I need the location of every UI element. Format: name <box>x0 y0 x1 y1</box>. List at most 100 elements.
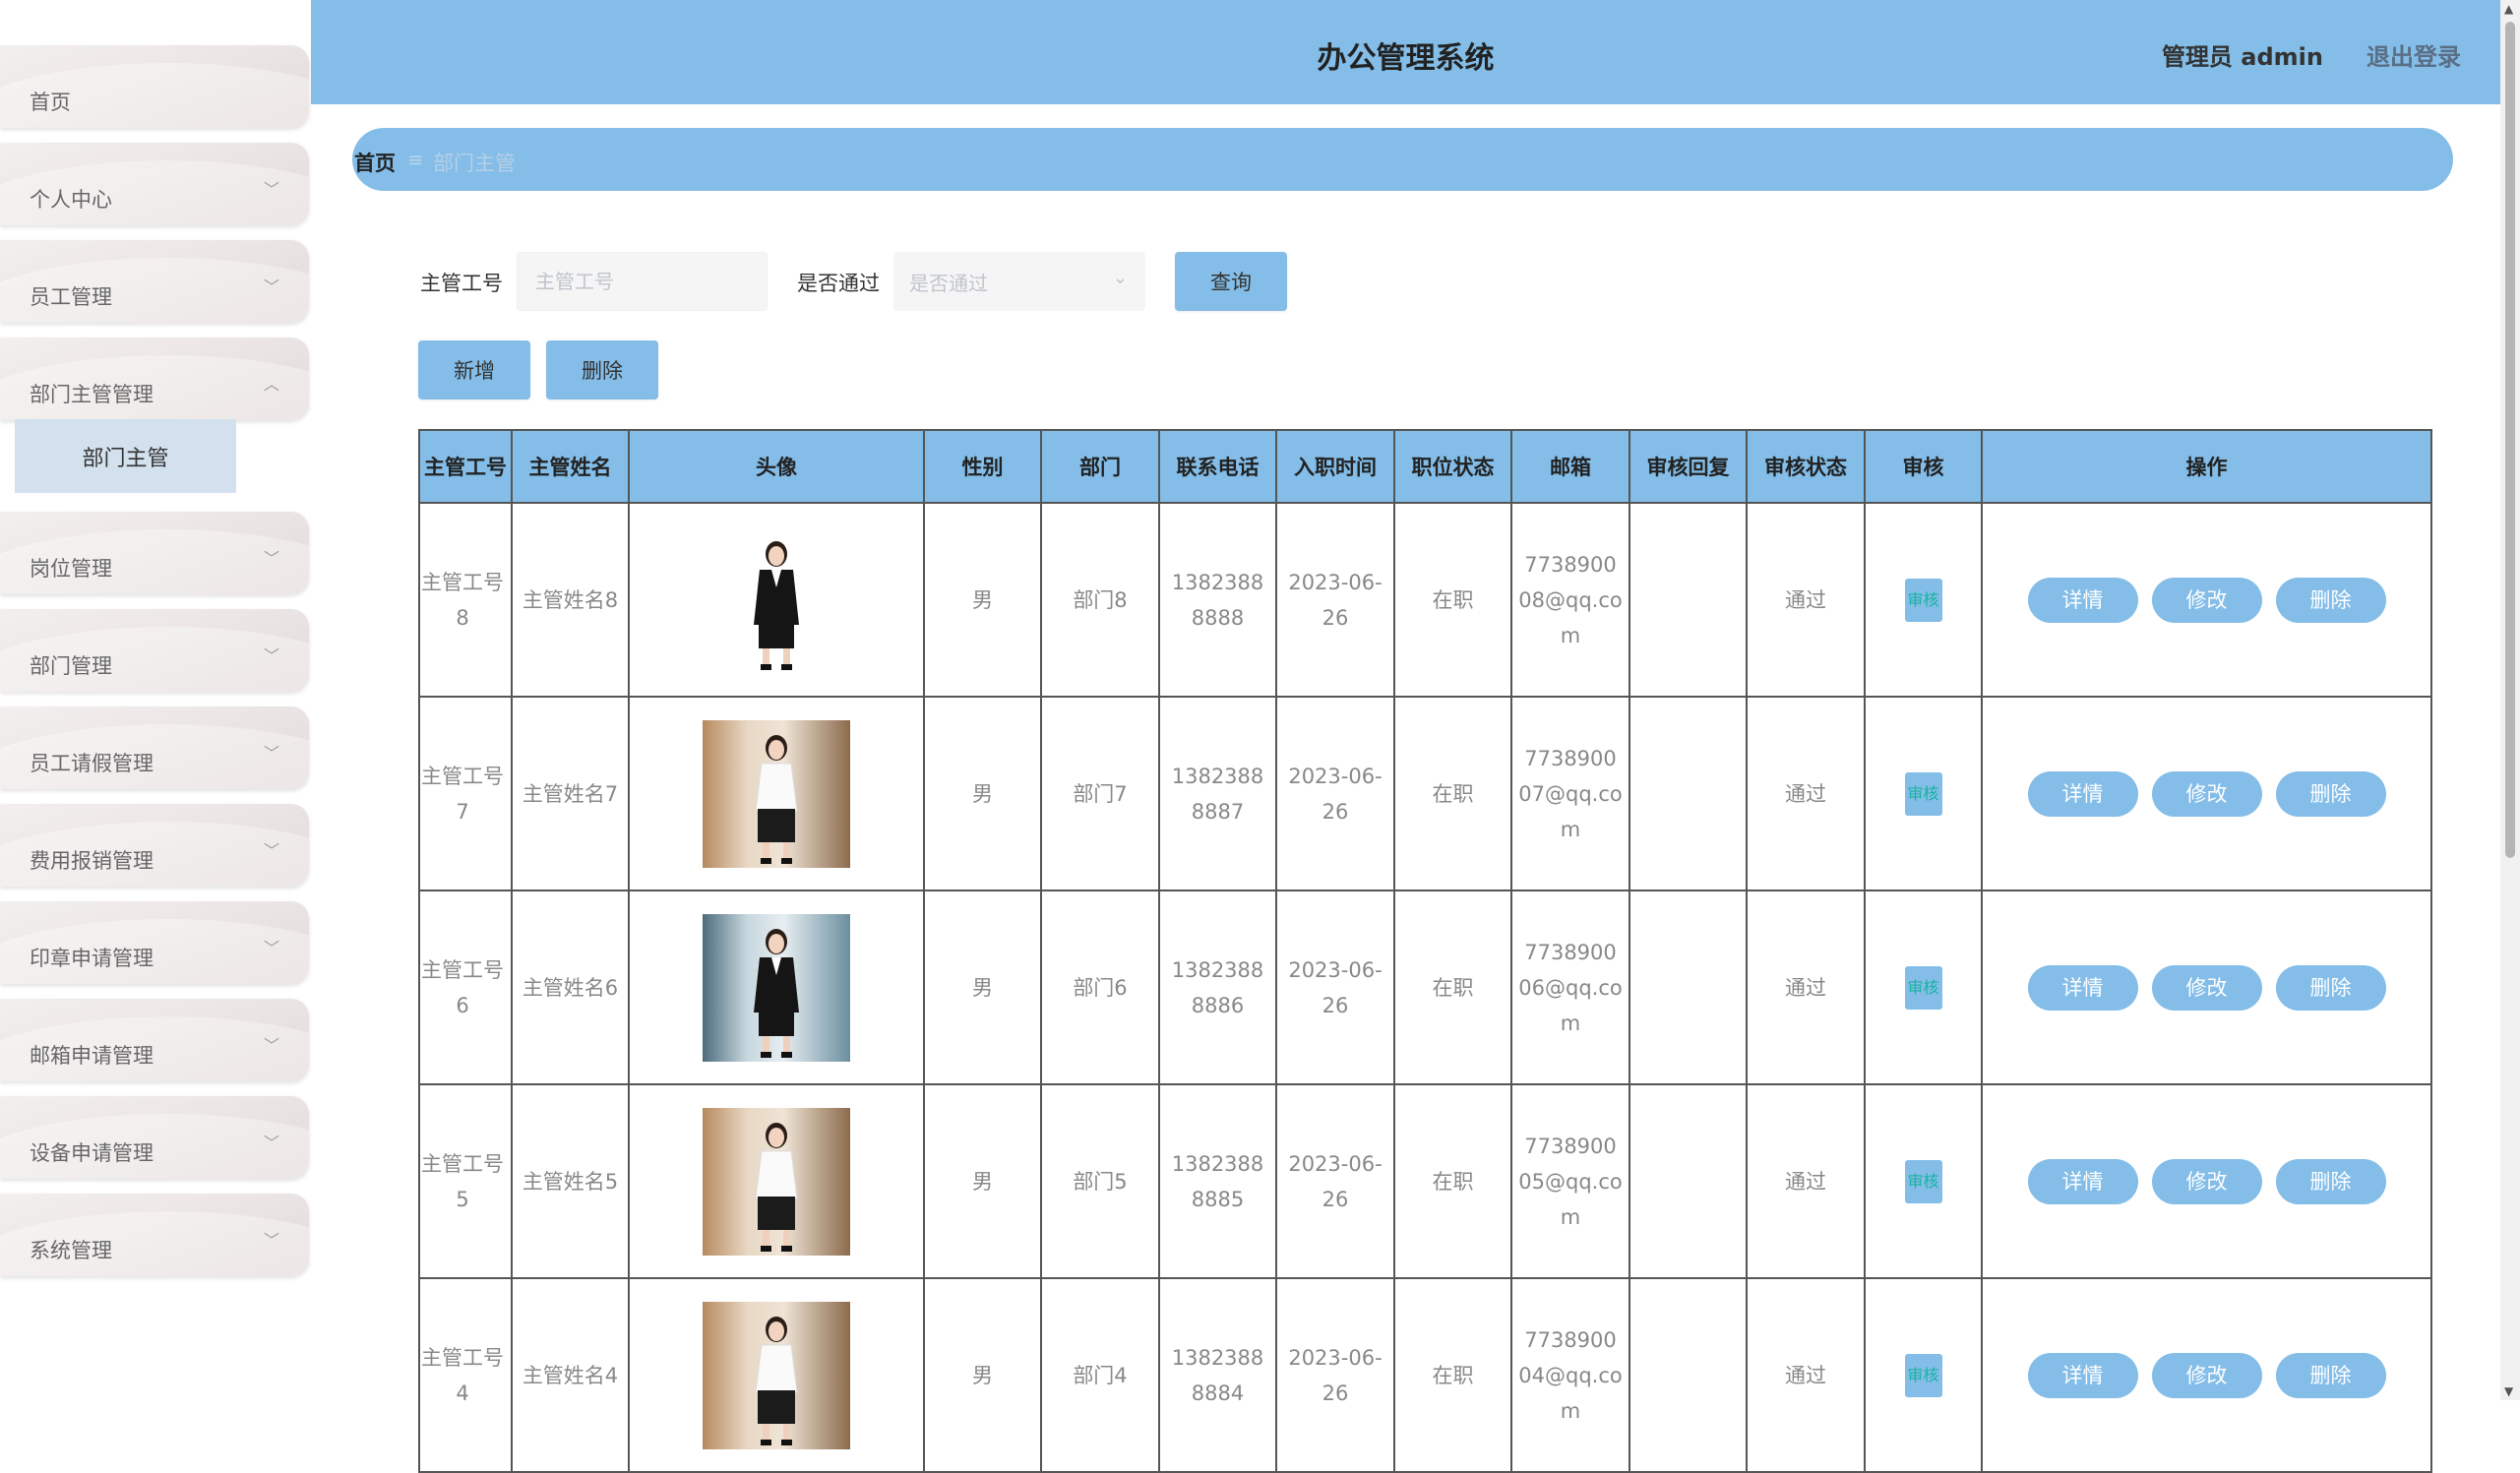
cell-email-text: 773890008@qq.com <box>1518 552 1623 647</box>
chevron-down-icon: ﹀ <box>263 180 279 199</box>
cell-review: 审核 <box>1864 1083 1983 1279</box>
cell-supervisor-name-text: 主管姓名6 <box>522 975 619 1000</box>
cell-audit-reply <box>1629 502 1748 698</box>
sidebar-item[interactable]: 设备申请管理 ﹀ <box>0 1096 309 1179</box>
avatar <box>703 913 850 1062</box>
review-button[interactable]: 审核 <box>1904 771 1942 816</box>
detail-button[interactable]: 详情 <box>2027 577 2138 623</box>
cell-department-text: 部门8 <box>1073 587 1128 612</box>
cell-gender: 男 <box>923 890 1042 1085</box>
sidebar-item-label: 印章申请管理 <box>30 947 154 970</box>
delete-button[interactable]: 删除 <box>546 340 658 399</box>
edit-button[interactable]: 修改 <box>2151 1352 2262 1398</box>
cell-operations: 详情 修改 删除 <box>1981 502 2432 698</box>
scroll-down-icon[interactable]: ▼ <box>2504 1384 2513 1398</box>
page-scrollbar[interactable]: ▲ ▼ <box>2500 0 2520 1400</box>
sidebar-item-label: 部门主管管理 <box>30 383 154 406</box>
column-header: 性别 <box>923 429 1042 504</box>
cell-supervisor-name: 主管姓名7 <box>511 696 630 891</box>
column-header: 邮箱 <box>1510 429 1630 504</box>
edit-button[interactable]: 修改 <box>2151 1158 2262 1204</box>
table-row: 主管工号5 主管姓名5 男 部门5 13823888885 2023-06-26 在职 773… <box>418 1083 2432 1279</box>
sidebar-item-label: 岗位管理 <box>30 557 112 581</box>
edit-button[interactable]: 修改 <box>2151 577 2262 623</box>
sidebar-item[interactable]: 员工请假管理 ﹀ <box>0 706 309 789</box>
logout-link[interactable]: 退出登录 <box>2366 37 2461 72</box>
cell-phone-text: 13823888885 <box>1171 1151 1264 1211</box>
cell-hire-date-text: 2023-06-26 <box>1288 1151 1383 1211</box>
column-header: 审核回复 <box>1629 429 1748 504</box>
cell-email: 773890004@qq.com <box>1510 1277 1630 1473</box>
cell-department-text: 部门5 <box>1073 1169 1128 1194</box>
sidebar-item[interactable]: 岗位管理 ﹀ <box>0 512 309 594</box>
scrollbar-thumb[interactable] <box>2505 22 2515 858</box>
column-header: 职位状态 <box>1393 429 1512 504</box>
column-header: 入职时间 <box>1275 429 1395 504</box>
cell-avatar <box>628 1083 925 1279</box>
sidebar-item-label: 员工管理 <box>30 285 112 309</box>
breadcrumb-home[interactable]: 首页 <box>354 148 396 177</box>
sidebar-item[interactable]: 个人中心 ﹀ <box>0 143 309 225</box>
cell-supervisor-name-text: 主管姓名8 <box>522 587 619 612</box>
cell-avatar <box>628 890 925 1085</box>
query-button[interactable]: 查询 <box>1175 252 1287 311</box>
cell-position-status-text: 在职 <box>1432 1363 1474 1387</box>
approved-select-placeholder: 是否通过 <box>909 271 988 295</box>
cell-supervisor-id-text: 主管工号7 <box>421 764 504 824</box>
cell-position-status: 在职 <box>1393 696 1512 891</box>
detail-button[interactable]: 详情 <box>2027 964 2138 1011</box>
row-delete-button[interactable]: 删除 <box>2275 577 2386 623</box>
avatar <box>703 719 850 868</box>
cell-department: 部门4 <box>1040 1277 1160 1473</box>
sidebar-item[interactable]: 部门管理 ﹀ <box>0 609 309 692</box>
supervisor-id-input[interactable] <box>517 252 768 311</box>
cell-phone: 13823888888 <box>1158 502 1277 698</box>
sidebar-item[interactable]: 费用报销管理 ﹀ <box>0 804 309 887</box>
sidebar-item[interactable]: 系统管理 ﹀ <box>0 1194 309 1276</box>
detail-button[interactable]: 详情 <box>2027 1352 2138 1398</box>
cell-position-status-text: 在职 <box>1432 587 1474 612</box>
cell-hire-date: 2023-06-26 <box>1275 890 1395 1085</box>
edit-button[interactable]: 修改 <box>2151 770 2262 817</box>
column-header: 部门 <box>1040 429 1160 504</box>
detail-button[interactable]: 详情 <box>2027 770 2138 817</box>
row-delete-button[interactable]: 删除 <box>2275 1352 2386 1398</box>
header: 办公管理系统 管理员 admin 退出登录 <box>311 0 2500 104</box>
review-button[interactable]: 审核 <box>1904 1353 1942 1397</box>
approved-select[interactable]: 是否通过 ⌄ <box>893 252 1145 311</box>
row-delete-button[interactable]: 删除 <box>2275 770 2386 817</box>
chevron-down-icon: ﹀ <box>263 646 279 665</box>
cell-gender-text: 男 <box>972 1363 993 1387</box>
cell-supervisor-id-text: 主管工号6 <box>421 957 504 1017</box>
row-delete-button[interactable]: 删除 <box>2275 1158 2386 1204</box>
review-button[interactable]: 审核 <box>1904 1159 1942 1203</box>
column-header: 联系电话 <box>1158 429 1277 504</box>
edit-button[interactable]: 修改 <box>2151 964 2262 1011</box>
cell-email: 773890007@qq.com <box>1510 696 1630 891</box>
cell-supervisor-id-text: 主管工号8 <box>421 570 504 630</box>
cell-audit-status: 通过 <box>1746 1083 1866 1279</box>
cell-audit-reply <box>1629 1277 1748 1473</box>
review-button[interactable]: 审核 <box>1904 965 1942 1010</box>
add-button[interactable]: 新增 <box>418 340 530 399</box>
scroll-up-icon[interactable]: ▲ <box>2504 2 2513 16</box>
sidebar-item[interactable]: 邮箱申请管理 ﹀ <box>0 999 309 1081</box>
sidebar-item[interactable]: 首页 <box>0 45 309 128</box>
column-header: 主管姓名 <box>511 429 630 504</box>
cell-hire-date: 2023-06-26 <box>1275 696 1395 891</box>
sidebar-subitem-department-supervisor[interactable]: 部门主管 <box>15 419 236 493</box>
cell-gender-text: 男 <box>972 781 993 806</box>
sidebar-item[interactable]: 部门主管管理 ︿ <box>0 338 309 420</box>
detail-button[interactable]: 详情 <box>2027 1158 2138 1204</box>
cell-operations: 详情 修改 删除 <box>1981 890 2432 1085</box>
sidebar-item[interactable]: 印章申请管理 ﹀ <box>0 901 309 984</box>
cell-email-text: 773890006@qq.com <box>1518 940 1623 1035</box>
row-delete-button[interactable]: 删除 <box>2275 964 2386 1011</box>
review-button[interactable]: 审核 <box>1904 578 1942 622</box>
cell-hire-date-text: 2023-06-26 <box>1288 570 1383 630</box>
sidebar-item[interactable]: 员工管理 ﹀ <box>0 240 309 323</box>
cell-department: 部门7 <box>1040 696 1160 891</box>
chevron-down-icon: ﹀ <box>263 277 279 296</box>
cell-audit-status: 通过 <box>1746 502 1866 698</box>
cell-hire-date-text: 2023-06-26 <box>1288 957 1383 1017</box>
